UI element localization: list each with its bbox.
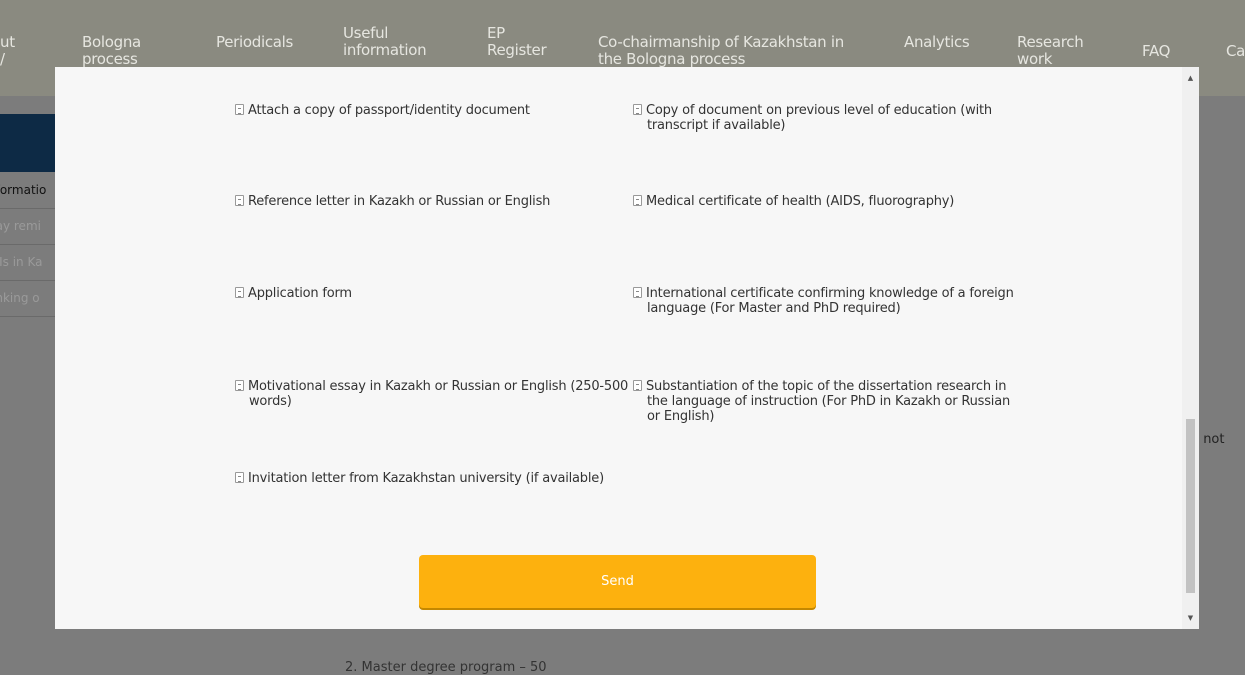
document-upload-invitation-letter[interactable]: Invitation letter from Kazakhstan univer… [235, 471, 604, 486]
document-upload-reference-letter[interactable]: Reference letter in Kazakh or Russian or… [235, 194, 550, 209]
file-icon [235, 195, 244, 206]
nav-item-research-work[interactable]: Research work [1017, 34, 1083, 68]
sidebar-header [0, 114, 56, 172]
modal-scrollbar[interactable]: ▲ ▼ [1182, 67, 1199, 629]
nav-item-about[interactable]: ut / [0, 34, 30, 68]
sidebar-item-information[interactable]: nformatio [0, 172, 56, 209]
file-icon [235, 472, 244, 483]
nav-item-cabinet[interactable]: Ca [1226, 43, 1245, 60]
scroll-down-arrow-icon[interactable]: ▼ [1182, 611, 1199, 625]
file-icon [633, 287, 642, 298]
document-upload-previous-education[interactable]: Copy of document on previous level of ed… [633, 103, 992, 133]
file-icon [235, 104, 244, 115]
file-icon [633, 195, 642, 206]
file-icon [633, 380, 642, 391]
document-upload-language-certificate[interactable]: International certificate confirming kno… [633, 286, 1014, 316]
document-upload-motivational-essay[interactable]: Motivational essay in Kazakh or Russian … [235, 379, 628, 409]
document-upload-medical-certificate[interactable]: Medical certificate of health (AIDS, flu… [633, 194, 954, 209]
nav-item-analytics[interactable]: Analytics [904, 34, 970, 51]
document-upload-passport[interactable]: Attach a copy of passport/identity docum… [235, 103, 530, 118]
nav-item-bologna-process[interactable]: Bologna process [82, 34, 141, 68]
nav-item-faq[interactable]: FAQ [1142, 43, 1170, 60]
documents-modal: Attach a copy of passport/identity docum… [55, 67, 1199, 629]
nav-item-ep-register[interactable]: EP Register [487, 25, 547, 59]
scroll-up-arrow-icon[interactable]: ▲ [1182, 71, 1199, 85]
document-upload-dissertation-topic[interactable]: Substantiation of the topic of the disse… [633, 379, 1010, 424]
nav-item-periodicals[interactable]: Periodicals [216, 34, 293, 51]
file-icon [235, 380, 244, 391]
sidebar-item-day-reminder[interactable]: day remi [0, 208, 56, 245]
nav-item-co-chairmanship[interactable]: Co-chairmanship of Kazakhstan in the Bol… [598, 34, 844, 68]
file-icon [633, 104, 642, 115]
send-button[interactable]: Send [419, 555, 816, 608]
document-upload-application-form[interactable]: Application form [235, 286, 352, 301]
scrollbar-thumb[interactable] [1186, 419, 1195, 593]
sidebar-item-heis[interactable]: IEIs in Ka [0, 244, 56, 281]
nav-item-useful-information[interactable]: Useful information [343, 25, 427, 59]
sidebar-item-ranking[interactable]: anking o [0, 280, 56, 317]
background-list-item: 2. Master degree program – 50 [345, 660, 547, 675]
file-icon [235, 287, 244, 298]
